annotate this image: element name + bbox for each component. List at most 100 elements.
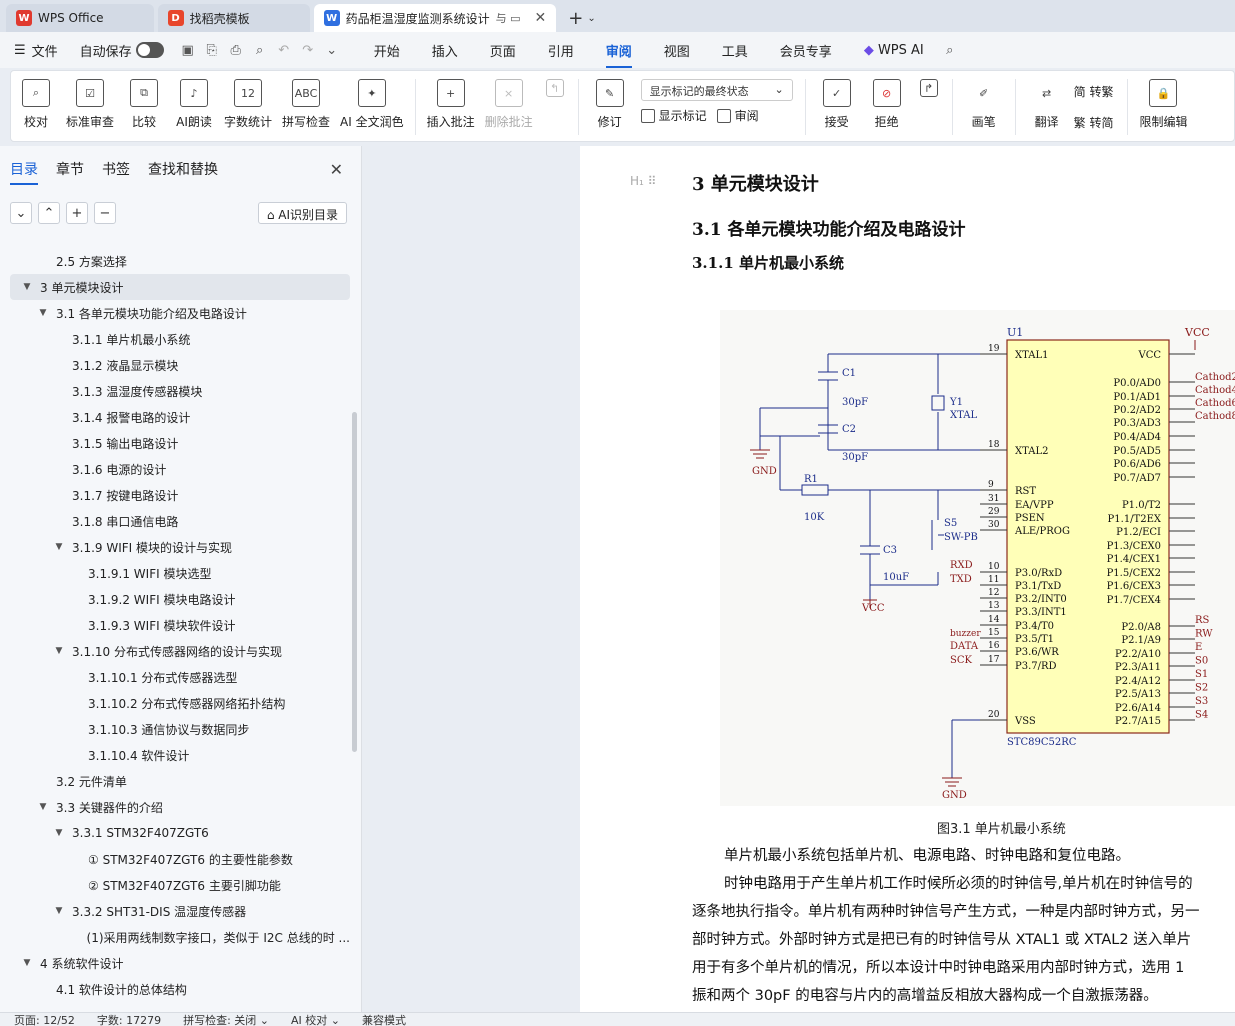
tab-view[interactable]: 视图 [664,41,690,60]
expand-icon[interactable]: ⌃ [38,202,60,224]
markup-state-select[interactable]: 显示标记的最终状态 ⌄ [640,79,793,101]
toc-item[interactable]: 3.1.2 液晶显示模块 [10,352,350,378]
toc-item[interactable]: 3.2 元件清单 [10,768,350,794]
toc-caret-icon[interactable]: ▼ [20,282,34,292]
export-icon[interactable]: ⎘ [202,43,222,58]
collapse-icon[interactable]: ⌄ [10,202,32,224]
toc-caret-icon[interactable]: ▼ [36,802,50,812]
toc-item[interactable]: ① STM32F407ZGT6 的主要性能参数 [10,846,350,872]
autosave[interactable]: 自动保存 [80,41,164,60]
tab-review[interactable]: 审阅 [605,41,632,68]
toc-item[interactable]: 3.1.5 输出电路设计 [10,430,350,456]
toc-scrollbar[interactable] [352,412,357,752]
close-icon[interactable]: ✕ [534,10,546,26]
show-marks-button[interactable]: 显示标记 [640,107,707,124]
toc-item[interactable]: ▼ 3.3 关键器件的介绍 [10,794,350,820]
proofread-button[interactable]: ⌕ 校对 [16,79,56,130]
read-button[interactable]: ♪ AI朗读 [174,79,214,130]
toc-caret-icon[interactable]: ▼ [52,646,66,656]
toc-item[interactable]: ▼ 3 单元模块设计 [10,274,350,300]
toc-caret-icon[interactable]: ▼ [52,828,66,838]
ai-toc-button[interactable]: ⌂ AI识别目录 [257,202,347,224]
toc-item[interactable]: 3.1.10.2 分布式传感器网络拓扑结构 [10,690,350,716]
new-tab-button[interactable]: + ⌄ [568,4,595,32]
toc-item[interactable]: 3.1.10.3 通信协议与数据同步 [10,716,350,742]
accept-button[interactable]: ✓ 接受 [817,79,857,130]
toc-item[interactable]: ▼ 4 系统软件设计 [10,950,350,976]
translate-button[interactable]: ⇄ 翻译 [1027,79,1067,130]
tab-member[interactable]: 会员专享 [780,41,832,60]
toc-item[interactable]: 3.1.7 按键电路设计 [10,482,350,508]
toc-item[interactable]: 3.1.10.1 分布式传感器选型 [10,664,350,690]
spell-check-status[interactable]: 拼写检查: 关闭 ⌄ [183,1013,269,1026]
prev-comment-button[interactable]: ↰ [543,79,567,103]
tab-wps-ai[interactable]: ◆ WPS AI [864,43,924,58]
delete-comment-button[interactable]: × 删除批注 [485,79,533,130]
review-button[interactable]: ☑ 标准审查 [66,79,114,130]
file-menu[interactable]: ☰ 文件 [14,41,58,60]
tab-tools[interactable]: 工具 [722,41,748,60]
word-count[interactable]: 字数: 17279 [97,1013,161,1026]
tab-page[interactable]: 页面 [490,41,516,60]
tab-chapters[interactable]: 章节 [56,159,84,179]
tab-reference[interactable]: 引用 [548,41,574,60]
tab-find-replace[interactable]: 查找和替换 [148,159,218,179]
autosave-toggle[interactable] [135,42,164,58]
restrict-edit-button[interactable]: 🔒 限制编辑 [1139,79,1188,130]
insert-comment-button[interactable]: + 插入批注 [427,79,475,130]
review-pane-button[interactable]: 审阅 [716,107,759,124]
traditional-to-simplified-button[interactable]: 繁 转简 [1074,114,1114,131]
simplified-to-traditional-button[interactable]: 简 转繁 [1074,83,1114,100]
pen-button[interactable]: ✐ 画笔 [964,79,1004,130]
tab-wps-office[interactable]: W WPS Office [6,4,154,32]
toc-item[interactable]: ▼ 3.1 各单元模块功能介绍及电路设计 [10,300,350,326]
save-icon[interactable]: ▣ [178,43,198,58]
compare-button[interactable]: ⧉ 比较 [124,79,164,130]
toc-item[interactable]: 3.1.10.4 软件设计 [10,742,350,768]
page-count[interactable]: 页面: 12/52 [14,1013,75,1026]
wordcount-button[interactable]: 12 字数统计 [224,79,272,130]
toc-item[interactable]: (1)采用两线制数字接口，类似于 I2C 总线的时 ... [10,924,350,950]
toc-item[interactable]: 3.1.4 报警电路的设计 [10,404,350,430]
revise-button[interactable]: ✎ 修订 [590,79,630,130]
tab-template[interactable]: D 找稻壳模板 [157,4,310,32]
print-icon[interactable]: ⎙ [226,43,246,58]
toc-item[interactable]: 3.1.9.1 WIFI 模块选型 [10,560,350,586]
toc-item[interactable]: 3.1.1 单片机最小系统 [10,326,350,352]
polish-button[interactable]: ✦ AI 全文润色 [340,79,404,130]
toc-caret-icon[interactable]: ▼ [52,906,66,916]
redo-icon[interactable]: ↷ [298,43,318,58]
next-change-button[interactable]: ↱ [917,79,941,103]
toc-item[interactable]: 3.1.9.3 WIFI 模块软件设计 [10,612,350,638]
heading-mark-icon[interactable]: H₁ ⠿ [630,174,656,188]
toc-caret-icon[interactable]: ▼ [20,958,34,968]
toc-caret-icon[interactable]: ▼ [52,542,66,552]
reject-button[interactable]: ⊘ 拒绝 [867,79,907,130]
toc-item[interactable]: 3.1.6 电源的设计 [10,456,350,482]
ai-proofread-status[interactable]: AI 校对 ⌄ [291,1013,340,1026]
tab-start[interactable]: 开始 [374,41,400,60]
toc-item[interactable]: ▼ 3.1.10 分布式传感器网络的设计与实现 [10,638,350,664]
tab-insert[interactable]: 插入 [432,41,458,60]
close-icon[interactable]: ✕ [330,160,343,179]
toc-item[interactable]: 4.1 软件设计的总体结构 [10,976,350,1002]
toc-item[interactable]: ▼ 3.3.2 SHT31-DIS 温湿度传感器 [10,898,350,924]
monitor-icon[interactable]: 与 ▭ [496,10,521,26]
chevron-down-icon[interactable]: ⌄ [587,13,595,24]
spell-button[interactable]: ABC 拼写检查 [282,79,330,130]
search-icon[interactable]: ⌕ [940,43,960,58]
toc-item[interactable]: ② STM32F407ZGT6 主要引脚功能 [10,872,350,898]
add-icon[interactable]: + [66,202,88,224]
toc-item[interactable]: ▼ 3.3.1 STM32F407ZGT6 [10,820,350,846]
remove-icon[interactable]: − [94,202,116,224]
more-icon[interactable]: ⌄ [322,43,342,58]
toc-caret-icon[interactable]: ▼ [36,308,50,318]
toc-item[interactable]: 3.1.3 温湿度传感器模块 [10,378,350,404]
tab-bookmarks[interactable]: 书签 [102,159,130,179]
toc-item[interactable]: ▼ 3.1.9 WIFI 模块的设计与实现 [10,534,350,560]
tab-toc[interactable]: 目录 [10,159,38,185]
undo-icon[interactable]: ↶ [274,43,294,58]
toc-item[interactable]: 2.5 方案选择 [10,248,350,274]
toc-item[interactable]: 3.1.9.2 WIFI 模块电路设计 [10,586,350,612]
preview-icon[interactable]: ⌕ [250,43,270,58]
